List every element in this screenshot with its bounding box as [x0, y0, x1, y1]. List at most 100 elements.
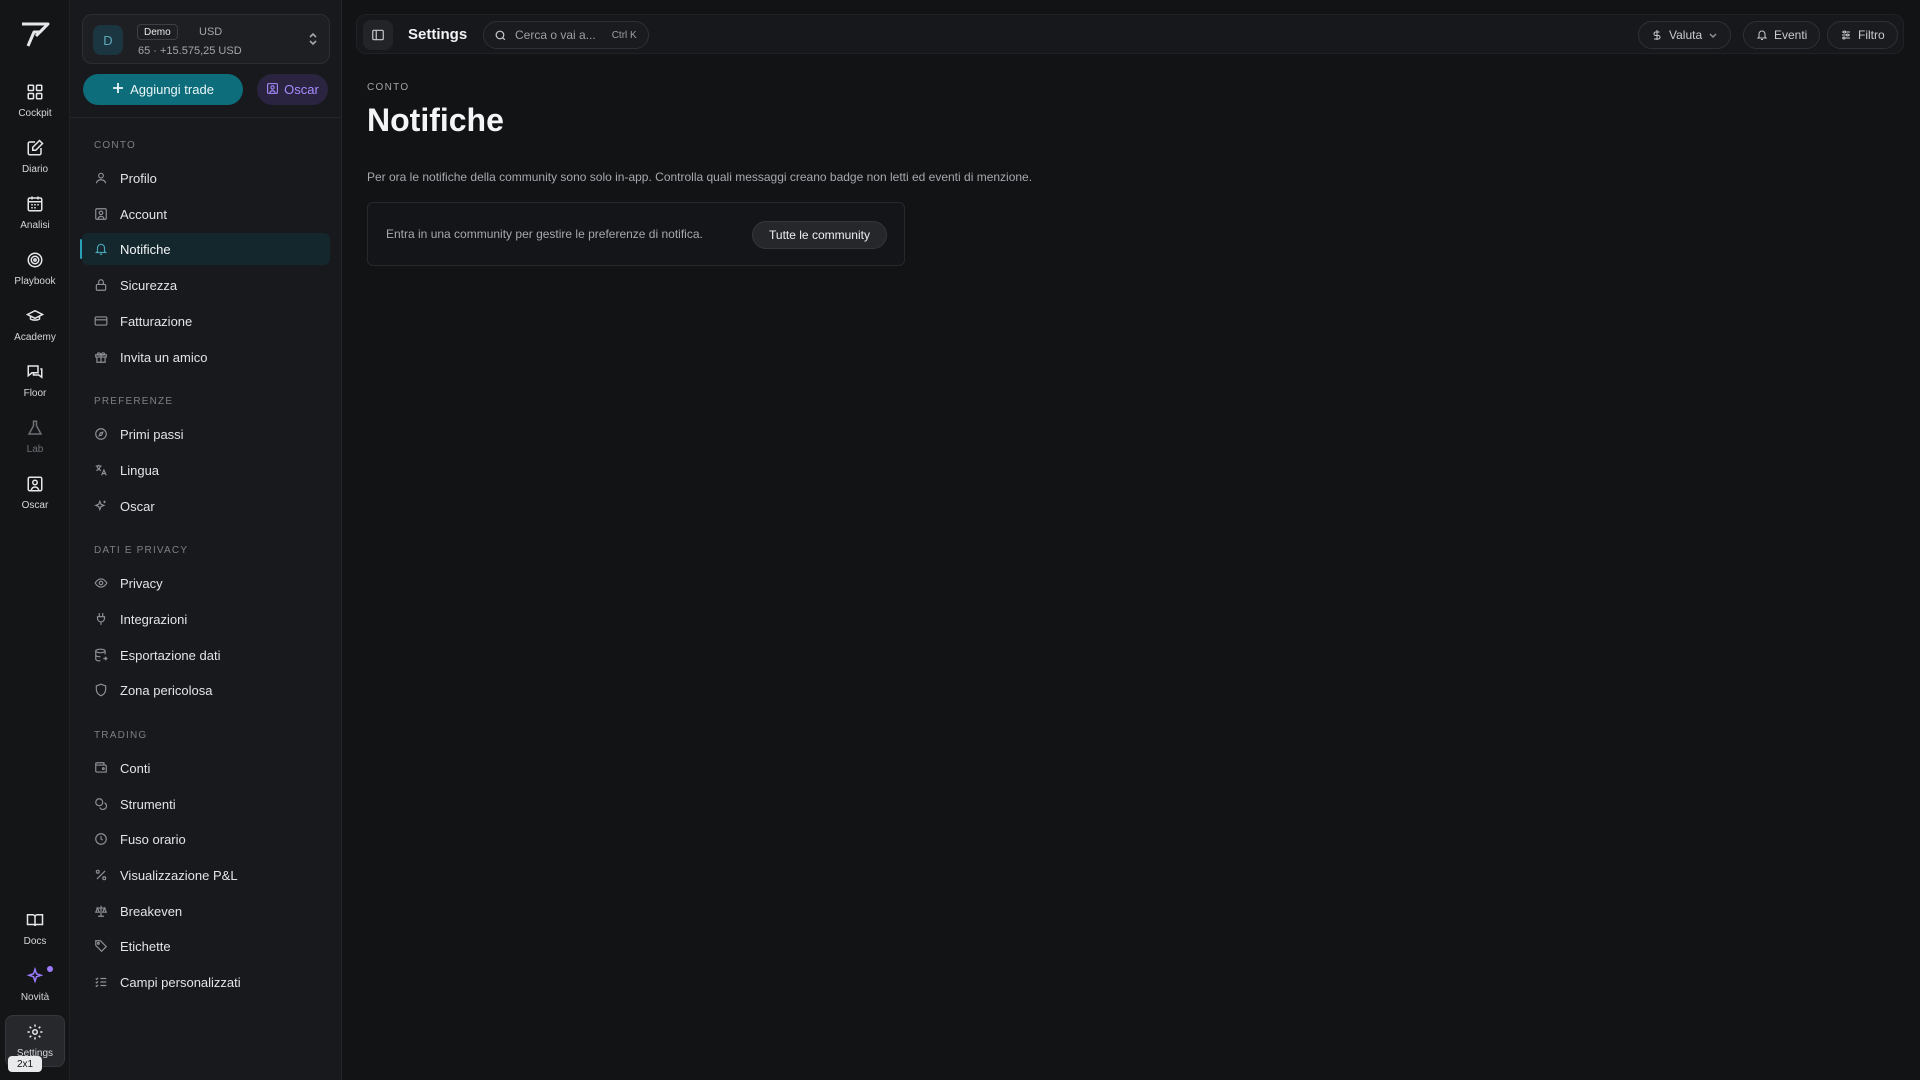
list-check-icon [95, 977, 107, 988]
rail-label: Floor [23, 388, 47, 399]
scale-icon [94, 905, 108, 917]
sidebar-toggle-button[interactable] [363, 20, 393, 50]
currency-label: Valuta [1669, 28, 1703, 42]
account-switcher[interactable]: D Demo USD 65 · +15.575,25 USD [82, 14, 330, 64]
rail-label: Cockpit [18, 108, 52, 119]
search-shortcut: Ctrl K [611, 29, 637, 41]
oscar-label: Oscar [284, 82, 319, 97]
rail-item-oscar[interactable]: Oscar [5, 468, 65, 520]
sidebar-item-etichette[interactable]: Etichette [82, 930, 330, 962]
rail-item-diario[interactable]: Diario [5, 132, 65, 184]
gift-icon [95, 352, 107, 363]
sidebar-item-label: Profilo [120, 170, 157, 186]
add-trade-label: Aggiungi trade [130, 82, 214, 97]
filter-button[interactable]: Filtro [1827, 21, 1898, 49]
sidebar-item-breakeven[interactable]: Breakeven [82, 895, 330, 927]
divider [70, 117, 342, 118]
events-button[interactable]: Eventi [1743, 21, 1821, 49]
percent-icon [95, 869, 107, 881]
sidebar-item-label: Strumenti [120, 796, 176, 812]
sidebar-item-campi[interactable]: Campi personalizzati [82, 966, 330, 998]
target-icon [25, 250, 45, 270]
currency-button[interactable]: Valuta [1638, 21, 1732, 49]
eye-icon [94, 578, 108, 588]
sidebar-item-privacy[interactable]: Privacy [82, 567, 330, 599]
rail-item-academy[interactable]: Academy [5, 300, 65, 352]
coins-icon [95, 798, 108, 811]
sidebar-item-label: Campi personalizzati [120, 974, 241, 990]
filter-label: Filtro [1858, 28, 1885, 42]
sidebar-item-lingua[interactable]: Lingua [82, 454, 330, 486]
zoom-badge: 2x1 [8, 1056, 42, 1072]
sidebar-item-pnl[interactable]: Visualizzazione P&L [82, 859, 330, 891]
panel-left-icon [372, 29, 384, 41]
rail-item-novita[interactable]: Novità [5, 960, 65, 1012]
page-description: Per ora le notifiche della community son… [367, 170, 1033, 184]
chevron-updown-icon [307, 32, 319, 51]
search-input[interactable]: Cerca o vai a... Ctrl K [483, 21, 649, 49]
bell-icon [94, 243, 108, 255]
section-title-preferenze: PREFERENZE [94, 396, 174, 407]
sidebar-item-label: Notifiche [120, 241, 171, 257]
user-square-icon [95, 208, 107, 220]
sidebar-item-label: Esportazione dati [120, 647, 221, 663]
sidebar-item-fuso-orario[interactable]: Fuso orario [82, 823, 330, 855]
sidebar-item-oscar[interactable]: Oscar [82, 490, 330, 522]
notification-dot [47, 966, 53, 972]
rail-item-docs[interactable]: Docs [5, 904, 65, 956]
sparkles-icon [94, 499, 106, 512]
rail-item-floor[interactable]: Floor [5, 356, 65, 408]
app-logo[interactable] [18, 18, 52, 52]
account-summary: 65 · +15.575,25 USD [138, 45, 242, 57]
rail-label: Diario [21, 164, 49, 175]
user-icon [95, 172, 107, 184]
sidebar-item-integrazioni[interactable]: Integrazioni [82, 603, 330, 635]
sidebar-item-strumenti[interactable]: Strumenti [82, 788, 330, 820]
gear-icon [25, 1022, 45, 1042]
compass-icon [95, 428, 107, 440]
sidebar-item-invita[interactable]: Invita un amico [82, 341, 330, 373]
chevron-down-icon [1709, 33, 1717, 39]
sidebar-item-label: Breakeven [120, 903, 183, 919]
sidebar-item-zona-pericolosa[interactable]: Zona pericolosa [82, 674, 330, 706]
sidebar-item-esportazione[interactable]: Esportazione dati [82, 639, 330, 671]
top-bar: Settings Cerca o vai a... Ctrl K Valuta … [356, 14, 1904, 54]
sidebar-item-account[interactable]: Account [82, 198, 330, 230]
book-icon [25, 910, 45, 930]
credit-card-icon [94, 316, 108, 326]
page-header-title: Settings [408, 26, 468, 43]
sidebar-item-notifiche[interactable]: Notifiche [80, 233, 330, 265]
tag-icon [95, 940, 108, 953]
shield-icon [95, 683, 107, 697]
rail-item-cockpit[interactable]: Cockpit [5, 76, 65, 128]
rail-item-analisi[interactable]: Analisi [5, 188, 65, 240]
rail-item-lab[interactable]: Lab [5, 412, 65, 464]
sidebar-item-label: Primi passi [120, 426, 184, 442]
translate-icon [95, 464, 107, 476]
sidebar-item-profilo[interactable]: Profilo [82, 162, 330, 194]
rail-label: Lab [26, 444, 44, 455]
card-message: Entra in una community per gestire le pr… [386, 227, 703, 241]
search-placeholder: Cerca o vai a... [515, 28, 596, 42]
rail-label: Academy [14, 332, 56, 343]
rail-label: Novità [20, 992, 50, 1003]
rail-item-playbook[interactable]: Playbook [5, 244, 65, 296]
sidebar-item-label: Fuso orario [120, 831, 186, 847]
sidebar-item-label: Account [120, 206, 167, 222]
sidebar-item-fatturazione[interactable]: Fatturazione [82, 305, 330, 337]
add-trade-button[interactable]: Aggiungi trade [83, 74, 243, 105]
oscar-button[interactable]: Oscar [257, 74, 328, 105]
user-square-icon [25, 474, 45, 494]
all-communities-button[interactable]: Tutte le community [752, 221, 887, 249]
sidebar-item-label: Visualizzazione P&L [120, 867, 238, 883]
sidebar-item-primi-passi[interactable]: Primi passi [82, 418, 330, 450]
edit-note-icon [25, 138, 45, 158]
section-title-trading: TRADING [94, 730, 148, 741]
rail-label: Docs [23, 936, 47, 947]
sidebar-item-sicurezza[interactable]: Sicurezza [82, 269, 330, 301]
rail-label: Oscar [21, 500, 49, 511]
rail-label: Analisi [20, 220, 50, 231]
sidebar-item-conti[interactable]: Conti [82, 752, 330, 784]
lock-icon [95, 279, 107, 291]
sidebar-item-label: Fatturazione [120, 313, 193, 329]
